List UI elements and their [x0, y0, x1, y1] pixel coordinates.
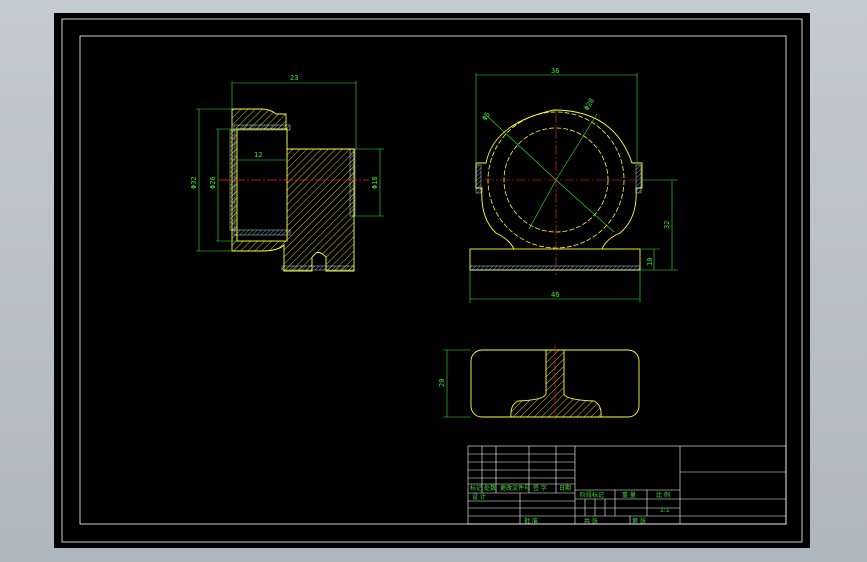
bottom-view-rib: [510, 349, 602, 418]
tb-label-sign: 签 字: [533, 484, 547, 492]
outer-frame: [61, 18, 803, 543]
technical-drawing: 23 12 Φ32 Φ26 Φ18 36 Φ5 Φ28 32 10 46 20 …: [61, 18, 803, 543]
dim-side-dia-b: Φ28: [583, 97, 596, 112]
side-view-body: [475, 109, 643, 250]
tb-label-change: 更改文件号: [500, 484, 530, 492]
dim-right-dia: Φ18: [371, 176, 379, 189]
dim-side-dia-a: Φ5: [481, 111, 492, 122]
tb-sheet-total: 共 张: [584, 517, 598, 525]
bushing-bottom: [233, 229, 291, 236]
tb-sheet-no: 第 张: [632, 517, 646, 525]
tb-weight: 重 量: [622, 491, 636, 499]
bottom-view: 20: [438, 345, 640, 421]
tb-scale-value: 1:1: [660, 507, 670, 514]
tb-label-count: 处数: [484, 484, 496, 492]
tb-scale: 比 例: [656, 491, 670, 499]
drawing-sheet: 23 12 Φ32 Φ26 Φ18 36 Φ5 Φ28 32 10 46 20 …: [54, 13, 810, 548]
dim-outer-dia: Φ32: [190, 176, 198, 189]
dim-bore-dia: Φ26: [209, 176, 217, 189]
bushing-top: [233, 124, 291, 131]
tb-stage-mark: 阶段标记: [580, 491, 604, 499]
tb-label-date: 日期: [559, 484, 571, 492]
dim-front-width: 23: [290, 74, 298, 82]
dim-bore-depth: 12: [254, 151, 262, 159]
front-section-view: 23 12 Φ32 Φ26 Φ18: [190, 74, 384, 272]
dim-bottom-height: 20: [438, 379, 446, 387]
dim-side-base-thick: 10: [646, 258, 654, 266]
tb-designer: 设 计: [472, 493, 486, 501]
dim-side-height: 32: [663, 221, 671, 229]
dim-side-base-width: 46: [551, 291, 559, 299]
dim-side-top-width: 36: [551, 67, 559, 75]
tb-approve: 批 准: [524, 517, 538, 525]
side-view: 36 Φ5 Φ28 32 10 46: [469, 67, 678, 303]
tb-label-mark: 标记: [470, 484, 482, 492]
